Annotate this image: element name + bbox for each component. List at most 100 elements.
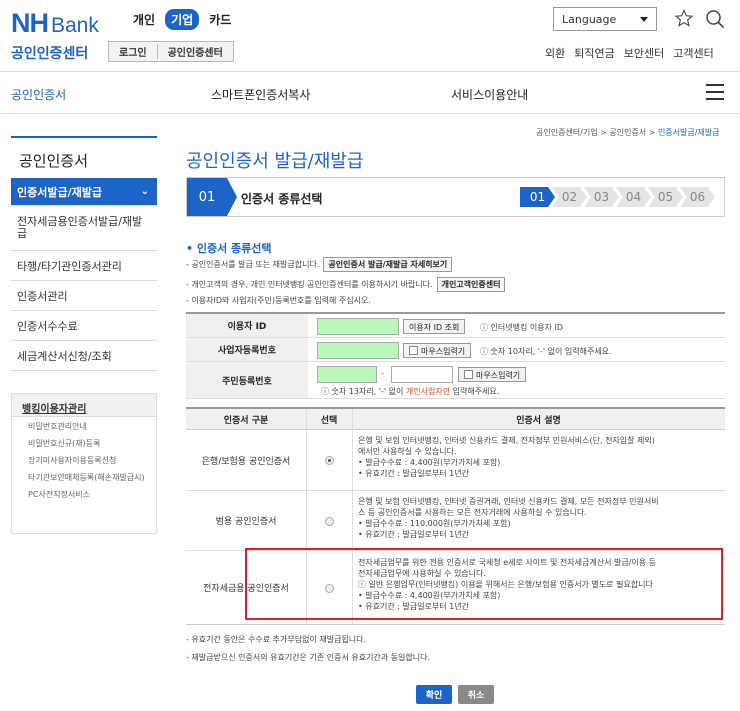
current-step-label: 인증서 종류선택 — [241, 192, 323, 206]
rrn-help-text-end: 입력해주세요. — [452, 387, 500, 396]
desc-line: 에서만 사용하실 수 있습니다. — [358, 447, 457, 456]
logo-bank-text: Bank — [51, 14, 99, 37]
util-link-forex[interactable]: 외환 — [545, 45, 565, 61]
banking-link-otp-register[interactable]: 타기관보안매체등록(해손재발급시) — [28, 472, 148, 483]
table-row: 은행/보험용 공인인증서 은행 및 보험 인터넷뱅킹, 인터넷 신용카드 결제,… — [186, 430, 725, 491]
user-id-label: 이용자 ID — [186, 314, 308, 337]
rrn-help-text: ⓘ 숫자 13자리, '-' 없이 — [321, 387, 404, 396]
personal-center-button[interactable]: 개인고객인증센터 — [436, 277, 506, 292]
rrn-back-input[interactable] — [391, 366, 453, 383]
sidebar-item-label: 인증서수수료 — [17, 319, 78, 333]
sidebar-item-issue[interactable]: 인증서발급/재발급 ⌄ — [11, 178, 157, 206]
sidebar-item-manage[interactable]: 인증서관리 — [11, 281, 157, 311]
banking-user-box: 뱅킹이용자관리 비밀번호관리안내 비밀번호신규(재)등록 장기미사용자이용등록신… — [11, 393, 157, 534]
cert-name: 범용 공인인증서 — [215, 517, 277, 527]
note-issue: - 공인인증서를 발급 또는 재발급합니다. 공인인증서 발급/재발급 자세히보… — [186, 257, 453, 272]
banking-user-list: 비밀번호관리안내 비밀번호신규(재)등록 장기미사용자이용등록신청 타기관보안매… — [12, 417, 156, 500]
cert-desc: 은행 및 보험 인터넷뱅킹, 인터넷 증권거래, 인터넷 신용카드 결제, 모든… — [358, 496, 718, 540]
chevron-down-icon: ⌄ — [140, 186, 149, 197]
gnb-item-smartphone-copy[interactable]: 스마트폰인증서복사 — [211, 86, 310, 103]
keyboard-label: 마우스입력기 — [421, 347, 466, 356]
user-id-lookup-button[interactable]: 이용자 ID 조회 — [403, 319, 466, 334]
sidebar-top-bar — [11, 136, 157, 138]
biz-no-keyboard-toggle[interactable]: 마우스입력기 — [403, 343, 472, 358]
step-chevron: 06 — [680, 187, 715, 207]
step-chevron: 05 — [648, 187, 683, 207]
caret-down-icon — [640, 17, 648, 22]
top-button-group: 로그인 공인인증센터 — [108, 41, 234, 62]
site-title[interactable]: 공인인증센터 — [11, 43, 88, 63]
biz-no-label: 사업자등록번호 — [186, 338, 308, 361]
banking-link-password-guide[interactable]: 비밀번호관리안내 — [28, 421, 148, 432]
table-row: 범용 공인인증서 은행 및 보험 인터넷뱅킹, 인터넷 증권거래, 인터넷 신용… — [186, 491, 725, 551]
biz-no-help: ⓘ 숫자 10자리, '-' 없이 입력해주세요. — [480, 347, 612, 356]
sidebar-item-label: 전자세금용인증서발급/재발급 — [17, 215, 143, 240]
confirm-button[interactable]: 확인 — [416, 685, 452, 704]
id-form-table: 이용자 ID 이용자 ID 조회 ⓘ 인터넷뱅킹 이용자 ID 사업자등록번호 … — [186, 312, 725, 399]
note-text: - 공인인증서를 발급 또는 재발급합니다. — [186, 260, 320, 269]
rrn-dash: - — [381, 369, 384, 378]
login-button[interactable]: 로그인 — [109, 44, 157, 59]
step-chevron: 03 — [584, 187, 619, 207]
gnb-item-certificates[interactable]: 공인인증서 — [11, 86, 66, 103]
star-icon[interactable] — [675, 9, 693, 27]
sidebar-item-tax-invoice[interactable]: 세금계산서신청/조회 — [11, 341, 157, 371]
banking-link-password-register[interactable]: 비밀번호신규(재)등록 — [28, 438, 148, 449]
cancel-button[interactable]: 취소 — [458, 685, 494, 704]
banking-link-pc-register[interactable]: PC사전지정서비스 — [28, 489, 148, 500]
keyboard-label: 마우스입력기 — [476, 371, 521, 380]
sidebar-item-label: 인증서관리 — [17, 289, 68, 303]
cert-radio-general[interactable] — [325, 517, 334, 526]
logo-nh-text: NH — [11, 8, 49, 38]
rrn-help-highlight: 개인사업자만 — [405, 387, 451, 396]
search-icon[interactable] — [705, 9, 725, 29]
tab-personal[interactable]: 개인 — [127, 9, 161, 30]
cert-desc: 은행 및 보험 인터넷뱅킹, 인터넷 신용카드 결제, 전자정부 민원서비스(단… — [358, 435, 718, 479]
step-chevron: 02 — [552, 187, 587, 207]
cert-center-button[interactable]: 공인인증센터 — [156, 44, 233, 59]
util-link-customer[interactable]: 고객센터 — [673, 45, 713, 61]
desc-line: 은행 및 보험 인터넷뱅킹, 인터넷 증권거래, 인터넷 신용카드 결제, 모든… — [358, 497, 659, 506]
nh-bank-logo[interactable]: NH Bank — [11, 8, 99, 38]
step-chevron: 01 — [520, 187, 555, 207]
header-divider — [0, 71, 740, 72]
col-header-select: 선택 — [306, 409, 352, 430]
utility-links: 외환 퇴직연금 보안센터 고객센터 — [545, 45, 714, 61]
tab-business[interactable]: 기업 — [165, 9, 200, 30]
rrn-front-input[interactable] — [317, 366, 377, 383]
language-label: Language — [562, 13, 617, 26]
tab-card[interactable]: 카드 — [203, 9, 237, 30]
desc-line: • 발급수수료 : 4,400원(부가가치세 포함) — [358, 458, 501, 467]
form-row-biz-no: 사업자등록번호 마우스입력기 ⓘ 숫자 10자리, '-' 없이 입력해주세요. — [186, 338, 725, 362]
section-title: • 인증서 종류선택 — [186, 242, 272, 255]
language-select[interactable]: Language — [553, 7, 657, 31]
page: NH Bank 개인 기업 카드 Language 공인인증센터 로그인 공인인… — [0, 0, 740, 711]
current-step-number: 01 — [187, 178, 227, 216]
util-link-security[interactable]: 보안센터 — [624, 45, 664, 61]
desc-line: 스 등 공인인증서를 사용하는 모든 전자거래에 사용하실 수 있습니다. — [358, 508, 587, 517]
hamburger-menu-icon[interactable] — [706, 84, 724, 100]
sidebar-item-fee[interactable]: 인증서수수료 — [11, 311, 157, 341]
rrn-keyboard-toggle[interactable]: 마우스입력기 — [458, 367, 527, 382]
gnb-item-service-guide[interactable]: 서비스이용안내 — [451, 86, 528, 103]
issue-detail-button[interactable]: 공인인증서 발급/재발급 자세히보기 — [323, 257, 453, 272]
banking-user-title[interactable]: 뱅킹이용자관리 — [12, 394, 156, 417]
form-row-rrn: 주민등록번호 - 마우스입력기 ⓘ 숫자 13자리, '-' 없이 개인사업자만… — [186, 362, 725, 399]
step-chain: 01 02 03 04 05 06 — [520, 187, 715, 207]
user-id-help: ⓘ 인터넷뱅킹 이용자 ID — [480, 323, 564, 332]
footnote: - 유효기간 동안은 수수료 추가부담없이 재발급됩니다. — [186, 635, 367, 644]
note-personal: - 개인고객의 경우, 개인 인터넷뱅킹 공인인증센터를 이용하시기 바랍니다.… — [186, 277, 506, 292]
biz-no-input[interactable] — [317, 342, 399, 359]
user-id-input[interactable] — [317, 318, 399, 335]
rrn-help: ⓘ 숫자 13자리, '-' 없이 개인사업자만 입력해주세요. — [321, 386, 499, 397]
util-link-pension[interactable]: 퇴직연금 — [574, 45, 614, 61]
sidebar-item-other-bank[interactable]: 타행/타기관인증서관리 — [11, 251, 157, 281]
banking-link-dormant[interactable]: 장기미사용자이용등록신청 — [28, 455, 148, 466]
step-arrow — [227, 178, 237, 216]
sidebar-item-etax[interactable]: 전자세금용인증서발급/재발급 — [11, 206, 157, 251]
desc-line: • 발급수수료 : 110,000원(부가가치세 포함) — [358, 519, 511, 528]
cert-radio-bank[interactable] — [325, 456, 334, 465]
desc-line: • 유효기간 : 발급일로부터 1년간 — [358, 530, 469, 539]
breadcrumb-path[interactable]: 공인인증센터/기업 > 공인인증서 > — [536, 128, 655, 137]
sidebar-item-label: 인증서발급/재발급 — [17, 185, 102, 199]
